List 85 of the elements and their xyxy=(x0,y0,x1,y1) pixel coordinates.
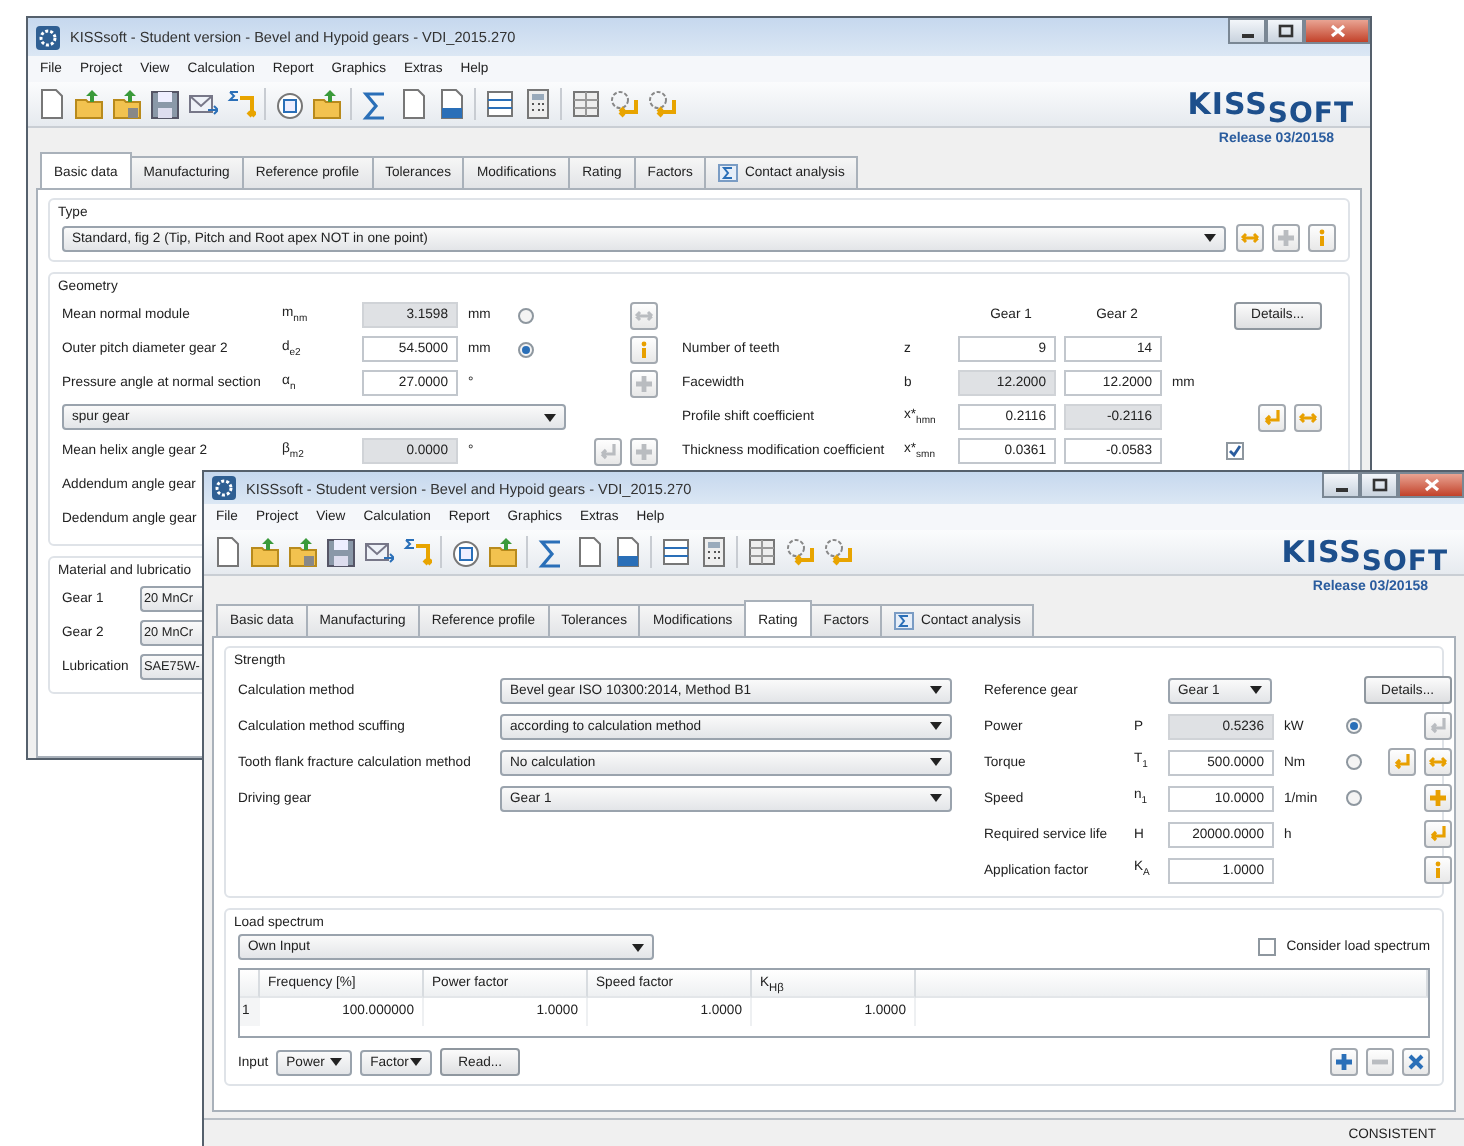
caret-icon xyxy=(930,686,942,694)
return-arrow-icon xyxy=(1428,716,1448,736)
plus-button[interactable] xyxy=(1424,784,1452,812)
folder-icon[interactable] xyxy=(250,536,280,568)
return-arrow-icon xyxy=(598,441,618,461)
folder-icon[interactable] xyxy=(74,88,104,120)
plus-button[interactable] xyxy=(1330,1048,1358,1076)
return-arrow-icon xyxy=(1262,407,1282,427)
calculator-icon[interactable] xyxy=(698,536,728,568)
close-icon xyxy=(1423,478,1439,492)
plus-icon xyxy=(1276,228,1296,248)
logo-text: KISSSOFT xyxy=(1187,86,1356,122)
page-icon[interactable] xyxy=(36,88,66,120)
header-cell xyxy=(240,970,260,998)
close-button[interactable] xyxy=(1304,18,1370,44)
radio-button[interactable] xyxy=(518,307,534,323)
caret-icon xyxy=(410,1058,423,1066)
swap-arrows-icon xyxy=(634,305,654,325)
cross-icon xyxy=(1406,1052,1426,1072)
cross-button[interactable] xyxy=(1402,1048,1430,1076)
folder-icon[interactable] xyxy=(312,88,342,120)
info-button[interactable] xyxy=(630,335,658,363)
swap-arrows-icon xyxy=(1298,407,1318,427)
maximize-button[interactable] xyxy=(1360,472,1398,498)
minimize-button[interactable] xyxy=(1322,472,1360,498)
columns-icon[interactable] xyxy=(570,88,600,120)
page-icon[interactable] xyxy=(436,88,466,120)
sigma-icon[interactable] xyxy=(536,536,566,568)
caret-icon xyxy=(330,1058,343,1066)
maximize-button[interactable] xyxy=(1266,18,1304,44)
checkbox[interactable] xyxy=(1258,938,1277,956)
folder-icon[interactable] xyxy=(112,88,142,120)
columns-icon[interactable] xyxy=(746,536,776,568)
maximize-icon xyxy=(1371,478,1387,492)
caret-icon xyxy=(930,722,942,730)
radio-button[interactable] xyxy=(1346,754,1362,770)
return-arrow-icon xyxy=(1428,824,1448,844)
sigma-icon[interactable] xyxy=(360,88,390,120)
page-icon[interactable] xyxy=(212,536,242,568)
minimize-button[interactable] xyxy=(1228,18,1266,44)
caret-icon xyxy=(930,794,942,802)
info-button[interactable] xyxy=(1424,856,1452,884)
page-icon[interactable] xyxy=(612,536,642,568)
swap-arrows-icon xyxy=(1240,228,1260,248)
close-icon xyxy=(1329,24,1345,38)
swap-arrows-button[interactable] xyxy=(1236,224,1264,252)
app-icon xyxy=(36,25,60,49)
caret-icon xyxy=(1250,686,1262,694)
info-button[interactable] xyxy=(1308,224,1336,252)
plus-icon xyxy=(634,373,654,393)
checkbox[interactable] xyxy=(1226,442,1244,460)
calculator-icon[interactable] xyxy=(522,88,552,120)
return-arrow-button[interactable] xyxy=(1258,403,1286,431)
plus-icon xyxy=(1334,1052,1354,1072)
folder-icon[interactable] xyxy=(488,536,518,568)
return-arrow-button[interactable] xyxy=(1388,748,1416,776)
sigma-icon xyxy=(718,164,739,182)
maximize-icon xyxy=(1277,24,1293,38)
table-icon[interactable] xyxy=(484,88,514,120)
radio-button[interactable] xyxy=(518,341,534,357)
sigma-arrow-icon[interactable] xyxy=(226,88,256,120)
swap-arrows-icon xyxy=(1428,752,1448,772)
radio-button[interactable] xyxy=(1346,790,1362,806)
caret-icon xyxy=(544,413,556,421)
app-icon xyxy=(212,476,236,500)
floppy-icon[interactable] xyxy=(150,88,180,120)
logo-text: KISSSOFT xyxy=(1281,534,1450,570)
floppy-icon[interactable] xyxy=(326,536,356,568)
page-icon[interactable] xyxy=(398,88,428,120)
radio-button[interactable] xyxy=(1346,718,1362,734)
table-icon[interactable] xyxy=(660,536,690,568)
plus-icon xyxy=(1428,788,1448,808)
swap-arrows-button[interactable] xyxy=(1424,748,1452,776)
caret-icon xyxy=(632,943,644,951)
page-icon[interactable] xyxy=(574,536,604,568)
swap-arrows-button[interactable] xyxy=(1294,403,1322,431)
close-button[interactable] xyxy=(1398,472,1464,498)
plus-icon xyxy=(634,441,654,461)
folder-icon[interactable] xyxy=(288,536,318,568)
sigma-arrow-icon[interactable] xyxy=(402,536,432,568)
return-arrow-button[interactable] xyxy=(1424,820,1452,848)
sigma-icon xyxy=(894,612,915,630)
caret-icon xyxy=(1204,234,1216,242)
return-arrow-icon xyxy=(1392,752,1412,772)
check-icon xyxy=(1228,444,1242,458)
